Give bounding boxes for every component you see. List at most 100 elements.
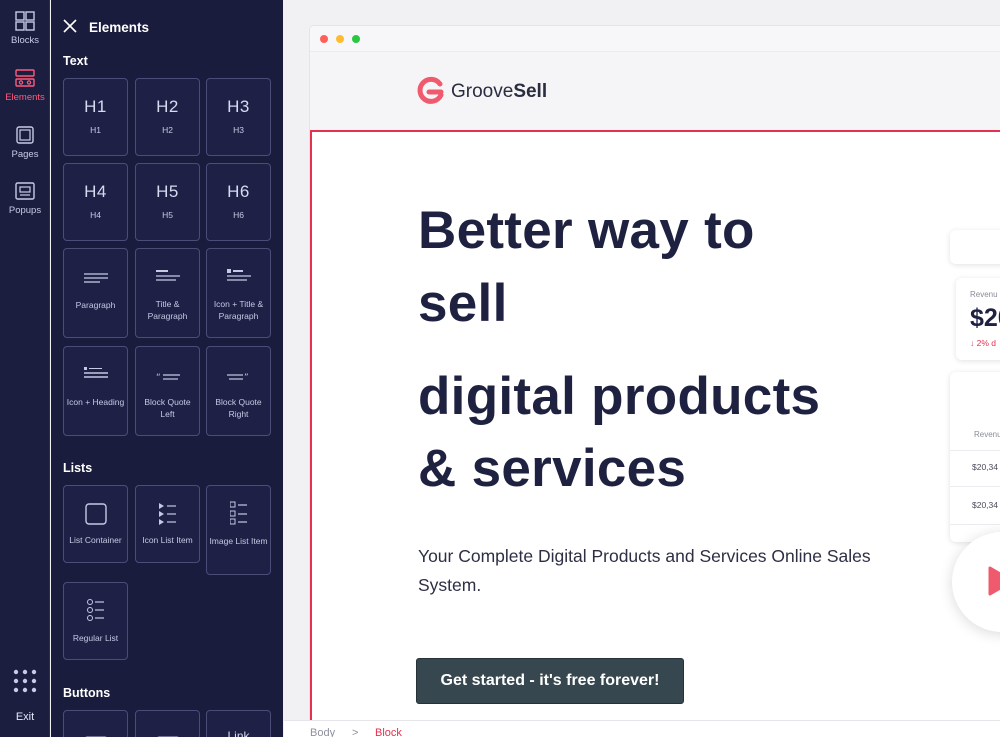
breadcrumb: Body > Block (284, 720, 1000, 737)
tile-label: Block Quote Left (144, 397, 191, 419)
element-tile-h6[interactable]: H6 H6 (206, 163, 271, 241)
quote-left-icon: “ (156, 369, 180, 387)
tile-label: Link (227, 729, 250, 737)
rail-item-label: Elements (5, 92, 45, 103)
paragraph-icon (84, 271, 108, 289)
element-tile-image-list-item[interactable]: Image List Item (206, 485, 271, 575)
section-title-text: Text (63, 54, 88, 68)
icon-heading-icon (84, 367, 108, 386)
close-icon[interactable] (63, 19, 77, 33)
section-title-lists: Lists (63, 461, 93, 475)
apps-grid-icon[interactable] (12, 668, 38, 694)
element-tile-icon-list-item[interactable]: Icon List Item (135, 485, 200, 563)
hero-subtitle[interactable]: Your Complete Digital Products and Servi… (418, 542, 888, 600)
rail-item-elements[interactable]: Elements (0, 57, 50, 113)
get-started-button[interactable]: Get started - it's free forever! (416, 658, 684, 704)
rail-item-blocks[interactable]: Blocks (0, 0, 50, 56)
tile-label: H4 (90, 210, 101, 220)
mock-table-cell: $20,34 (972, 462, 998, 472)
element-tile-list-container[interactable]: List Container (63, 485, 128, 563)
tile-label: List Container (69, 535, 122, 545)
play-icon (988, 566, 1000, 601)
hero-heading-line1[interactable]: Better way to (418, 204, 755, 257)
element-tile-h4[interactable]: H4 H4 (63, 163, 128, 241)
breadcrumb-item-body[interactable]: Body (310, 727, 335, 737)
element-tile-button-alt[interactable] (135, 710, 200, 737)
element-tile-paragraph[interactable]: Paragraph (63, 248, 128, 338)
tile-label: Icon + Title & Paragraph (213, 299, 264, 321)
mock-delta-text: 2% d (976, 338, 996, 348)
tile-label: H3 (233, 125, 244, 135)
breadcrumb-item-block[interactable]: Block (375, 727, 402, 737)
window-close-dot (320, 35, 328, 43)
groovesell-logo-icon (416, 76, 446, 106)
button-icon (84, 733, 108, 737)
element-tile-block-quote-right[interactable]: ” Block Quote Right (206, 346, 271, 436)
rail-item-pages[interactable]: Pages (0, 114, 50, 170)
tile-label: Paragraph (75, 300, 116, 310)
rail-item-label: Blocks (11, 35, 39, 46)
icon-list-item-icon (159, 501, 177, 530)
section-title-buttons: Buttons (63, 686, 111, 700)
element-tile-block-quote-left[interactable]: “ Block Quote Left (135, 346, 200, 436)
tile-big-label: H3 (227, 97, 250, 116)
tile-big-label: H5 (156, 182, 179, 201)
mock-divider (950, 524, 1000, 525)
pages-icon (13, 124, 37, 146)
tile-big-label: H2 (156, 97, 179, 116)
tile-label: H1 (90, 125, 101, 135)
element-tile-h5[interactable]: H5 H5 (135, 163, 200, 241)
list-container-icon (85, 503, 107, 530)
selected-block[interactable]: Better way to sell digital products & se… (310, 130, 1000, 730)
image-list-item-icon (229, 501, 248, 530)
hero-heading-line3[interactable]: digital products (418, 370, 820, 423)
svg-text:“: “ (156, 373, 161, 382)
element-tile-regular-list[interactable]: Regular List (63, 582, 128, 660)
exit-button[interactable]: Exit (0, 711, 50, 723)
element-tile-link[interactable]: Link (206, 710, 271, 737)
element-tile-h3[interactable]: H3 H3 (206, 78, 271, 156)
element-tile-h1[interactable]: H1 H1 (63, 78, 128, 156)
mock-revenue-label: Revenu (970, 290, 998, 299)
element-tile-button[interactable] (63, 710, 128, 737)
rail-item-popups[interactable]: Popups (0, 170, 50, 226)
mock-table-card: Revenu $20,34 $20,34 (950, 372, 1000, 542)
logo-text-light: Groove (451, 81, 514, 102)
tile-label: Image List Item (209, 536, 268, 546)
element-tile-title-paragraph[interactable]: Title & Paragraph (135, 248, 200, 338)
button-icon (156, 733, 180, 737)
icon-title-paragraph-icon (227, 269, 251, 288)
popups-icon (13, 180, 37, 202)
window-minimize-dot (336, 35, 344, 43)
site-logo-text: GrooveSell (451, 81, 547, 103)
mock-revenue-card: Revenu $20 ↓ 2% d (956, 278, 1000, 360)
svg-text:”: ” (244, 373, 249, 382)
mock-revenue-value: $20 (970, 304, 1000, 332)
chevron-right-icon: > (352, 727, 359, 737)
browser-toolbar (310, 26, 1000, 52)
panel-header: Elements (51, 0, 283, 52)
tile-big-label: H1 (84, 97, 107, 116)
hero-heading-line2[interactable]: sell (418, 277, 508, 330)
element-tile-icon-title-paragraph[interactable]: Icon + Title & Paragraph (206, 248, 271, 338)
tile-label: Block Quote Right (215, 397, 262, 419)
element-tile-h2[interactable]: H2 H2 (135, 78, 200, 156)
left-rail: Blocks Elements Pages Popups Exit (0, 0, 50, 737)
tile-big-label: H6 (227, 182, 250, 201)
mock-revenue-delta: ↓ 2% d (970, 338, 996, 348)
quote-right-icon: ” (227, 369, 251, 387)
editor-canvas[interactable]: GrooveSell Better way to sell digital pr… (284, 0, 1000, 737)
hero-heading-line4[interactable]: & services (418, 442, 686, 495)
mock-table-cell: $20,34 (972, 500, 998, 510)
elements-panel: Elements Text H1 H1 H2 H2 H3 H3 H4 H4 H5… (51, 0, 283, 737)
logo-text-bold: Sell (513, 81, 548, 102)
panel-title: Elements (89, 20, 150, 35)
tile-label: Title & Paragraph (147, 299, 188, 321)
mock-card-top (950, 230, 1000, 264)
element-tile-icon-heading[interactable]: Icon + Heading (63, 346, 128, 436)
regular-list-icon (87, 599, 105, 626)
mock-divider (950, 486, 1000, 487)
site-header[interactable]: GrooveSell (310, 52, 1000, 130)
blocks-icon (13, 10, 37, 32)
tile-label: Regular List (72, 633, 119, 643)
